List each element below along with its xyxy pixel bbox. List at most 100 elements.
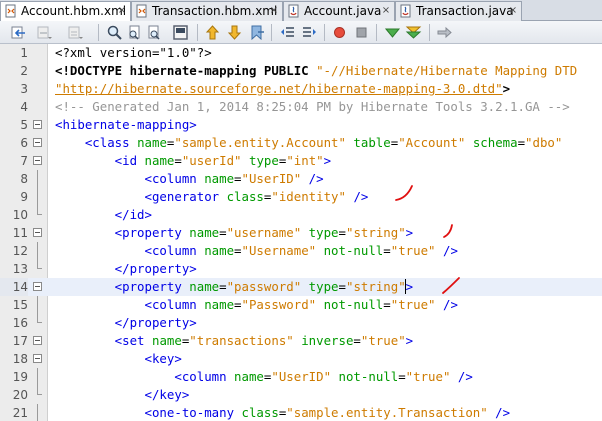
fold-guide-line [37, 296, 38, 314]
code-line[interactable]: 2 <!DOCTYPE hibernate-mapping PUBLIC "-//… [0, 62, 602, 80]
token-punc: = [398, 369, 406, 384]
code-line[interactable]: 16 </property> [0, 314, 602, 332]
token-str: "-//Hibernate/Hibernate Mapping DTD [316, 63, 578, 78]
token-tag: > [405, 225, 414, 240]
toggle-bookmark-button[interactable] [248, 24, 265, 41]
code-text: </id> [55, 206, 152, 224]
close-tab-icon[interactable]: × [117, 6, 127, 16]
code-line[interactable]: 6 <class name = "sample.entity.Account" ta… [0, 134, 602, 152]
token-tag: <set [55, 333, 152, 348]
previous-bookmark-button[interactable] [204, 24, 221, 41]
toolbar-separator [98, 24, 99, 41]
token-punc: = [219, 279, 227, 294]
token-tag: <class [55, 135, 138, 150]
code-line[interactable]: 11 <property name="username" type="strin… [0, 224, 602, 242]
last-edit-button[interactable] [66, 24, 83, 41]
fold-guide-line [37, 404, 38, 421]
code-line[interactable]: 15 <column name="Password" not-null="tru… [0, 296, 602, 314]
tab-transaction-hbm-xml[interactable]: Transaction.hbm.xml × [131, 1, 283, 21]
token-val: "username" [226, 225, 302, 240]
token-attr: name [137, 135, 167, 150]
code-line[interactable]: 13 </property> [0, 260, 602, 278]
code-text: <hibernate-mapping> [55, 116, 197, 134]
token-tag: /> [457, 369, 473, 384]
next-bookmark-button[interactable] [226, 24, 243, 41]
line-number: 18 [12, 352, 28, 366]
token-punc: = [353, 333, 361, 348]
token-val: "identity" [271, 189, 346, 204]
fold-collapse-icon[interactable] [33, 354, 42, 363]
fold-collapse-icon[interactable] [33, 156, 42, 165]
toolbar-separator [271, 24, 272, 41]
code-line[interactable]: 10 </id> [0, 206, 602, 224]
token-punc: = [174, 153, 182, 168]
token-val: "password" [226, 279, 302, 294]
close-tab-icon[interactable]: × [269, 6, 279, 16]
token-val: "userId" [181, 153, 242, 168]
token-val: "Username" [241, 243, 317, 258]
token-attr: name [204, 297, 235, 312]
code-line[interactable]: 1 <?xml version="1.0"?> [0, 44, 602, 62]
code-line[interactable]: 18 <key> [0, 350, 602, 368]
code-line[interactable]: 14 <property name="password" type="strin… [0, 278, 602, 296]
shift-right-button[interactable] [301, 24, 318, 41]
toggle-highlight-button[interactable] [172, 24, 189, 41]
shift-right-icon [303, 27, 316, 37]
code-line[interactable]: 5 <hibernate-mapping> [0, 116, 602, 134]
token-val: "UserID" [241, 171, 302, 186]
code-text: </key> [55, 386, 190, 404]
code-line[interactable]: 4 <!-- Generated Jan 1, 2014 8:25:04 PM b… [0, 98, 602, 116]
token-punc [316, 243, 323, 258]
fold-collapse-icon[interactable] [33, 282, 42, 291]
xml-file-icon [136, 4, 147, 18]
fold-collapse-icon[interactable] [33, 120, 42, 129]
code-editor[interactable]: 1 <?xml version="1.0"?> 2 <!DOCTYPE hiberna… [0, 44, 602, 421]
stop-macro-button[interactable] [353, 24, 370, 41]
code-line[interactable]: 21 <one-to-many class="sample.entity.Tra… [0, 404, 602, 421]
line-number: 11 [12, 226, 28, 240]
token-attr: not-null [323, 243, 384, 258]
start-macro-button[interactable] [331, 24, 348, 41]
tab-account-hbm-xml[interactable]: Account.hbm.xml × [0, 1, 131, 22]
tab-transaction-java[interactable]: Transaction.java × [395, 1, 522, 21]
token-tag: <column [55, 171, 205, 186]
forward-disabled-button[interactable] [35, 24, 52, 41]
fold-collapse-icon[interactable] [33, 336, 42, 345]
find-next-button[interactable] [145, 24, 162, 41]
start-macro-icon [334, 27, 345, 38]
code-line[interactable]: 7 <id name="userId" type="int"> [0, 152, 602, 170]
code-line[interactable]: 17 <set name="transactions" inverse="tru… [0, 332, 602, 350]
last-edit-icon [68, 26, 83, 39]
shift-left-button[interactable] [279, 24, 296, 41]
code-text: <column name="UserID" not-null="true" /> [55, 368, 473, 386]
find-previous-button[interactable] [126, 24, 143, 41]
token-tag: > [323, 153, 332, 168]
code-line[interactable]: 19 <column name="UserID" not-null="true"… [0, 368, 602, 386]
code-line[interactable]: 8 <column name="UserID" /> [0, 170, 602, 188]
code-text: <!DOCTYPE hibernate-mapping PUBLIC "-//H… [55, 62, 577, 80]
find-selection-button[interactable] [106, 24, 123, 41]
close-tab-icon[interactable]: × [381, 6, 391, 16]
tab-account-java[interactable]: Account.java × [283, 1, 395, 21]
token-attr: name [204, 171, 235, 186]
check-xml-button[interactable] [384, 24, 401, 41]
token-punc: = [338, 225, 346, 240]
fold-collapse-icon[interactable] [33, 138, 42, 147]
find-selection-icon [107, 25, 122, 40]
back-button[interactable] [10, 24, 27, 41]
token-val: "true" [390, 243, 436, 258]
find-previous-icon [129, 25, 140, 40]
code-line[interactable]: 20 </key> [0, 386, 602, 404]
validate-xml-button[interactable] [405, 24, 422, 41]
close-tab-icon[interactable]: × [508, 6, 518, 16]
xsl-transform-button[interactable] [436, 24, 453, 41]
toolbar-separator [324, 24, 325, 41]
token-attr: type [249, 153, 279, 168]
code-line[interactable]: 9 <generator class="identity" /> [0, 188, 602, 206]
code-line[interactable]: 12 <column name="Username" not-null="tru… [0, 242, 602, 260]
token-tag: <key> [55, 351, 182, 366]
code-text: <set name="transactions" inverse="true"> [55, 332, 413, 350]
token-tag: </id> [55, 207, 152, 222]
fold-collapse-icon[interactable] [33, 228, 42, 237]
code-line[interactable]: 3 "http://hibernate.sourceforge.net/hiber… [0, 80, 602, 98]
